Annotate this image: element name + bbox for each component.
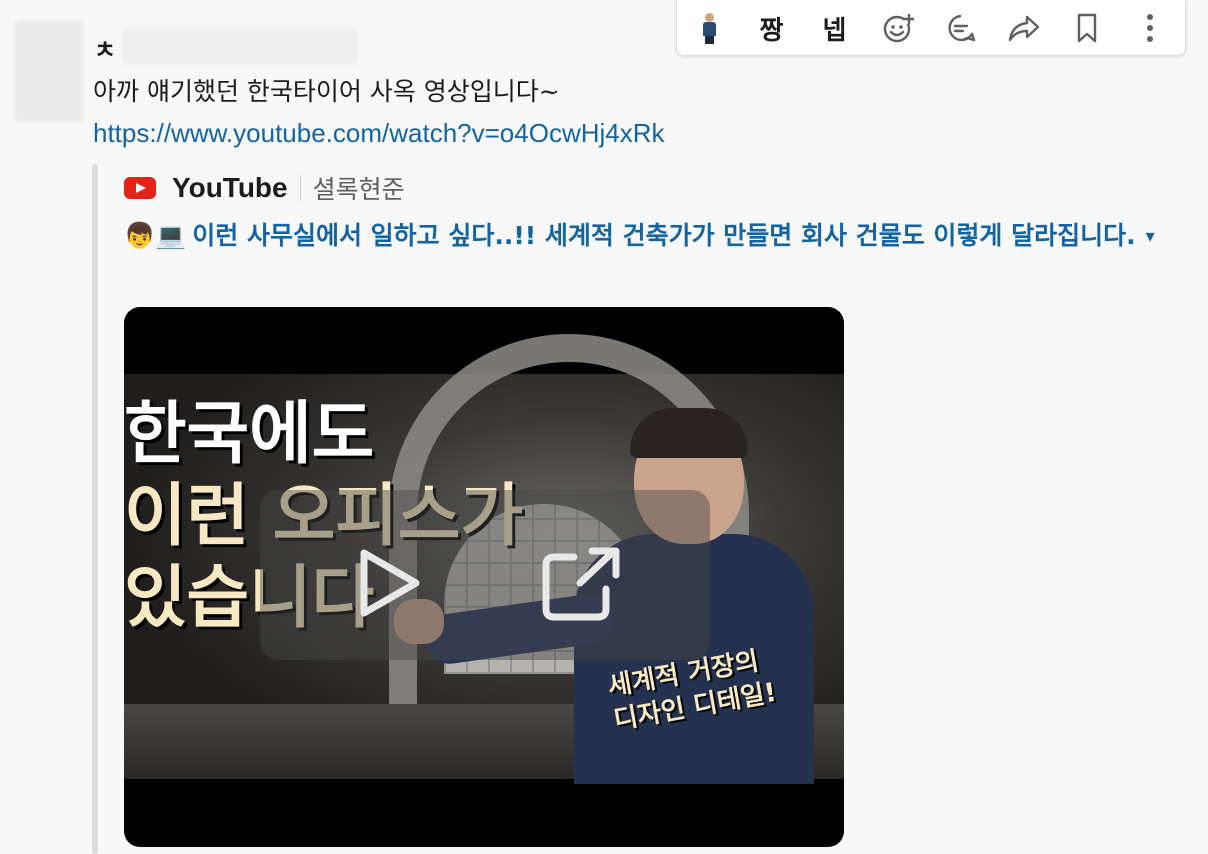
youtube-logo-icon	[124, 177, 156, 199]
play-icon[interactable]	[350, 545, 426, 621]
attachment-title: 👦💻 이런 사무실에서 일하고 싶다..!! 세계적 건축가가 만들면 회사 건물…	[124, 214, 1174, 259]
share-icon	[1008, 15, 1039, 42]
video-hover-overlay	[260, 490, 710, 660]
video-title-link[interactable]: 이런 사무실에서 일하고 싶다..!! 세계적 건축가가 만들면 회사 건물도 …	[192, 221, 1135, 250]
message-container: ㅊ 아까 얘기했던 한국타이어 사옥 영상입니다~ https://www.yo…	[0, 0, 1208, 854]
person-emoji-icon	[702, 13, 716, 44]
reaction-person[interactable]	[677, 3, 740, 53]
thumbnail-line-1: 한국에도	[124, 395, 375, 474]
reaction-jjang-label: 짱	[759, 15, 784, 46]
avatar[interactable]	[14, 20, 84, 122]
add-reaction-button[interactable]	[866, 3, 929, 53]
add-reaction-icon	[883, 14, 914, 43]
message-actions-toolbar: 짱 넵	[676, 0, 1186, 56]
bookmark-button[interactable]	[1055, 3, 1118, 53]
service-name: YouTube	[172, 172, 288, 203]
more-actions-button[interactable]	[1118, 3, 1181, 53]
reply-in-thread-icon	[947, 14, 975, 42]
message-text: 아까 얘기했던 한국타이어 사옥 영상입니다~	[93, 77, 560, 106]
more-actions-icon	[1146, 14, 1153, 42]
message-link[interactable]: https://www.youtube.com/watch?v=o4OcwHj4…	[93, 118, 665, 149]
open-external-icon[interactable]	[540, 543, 624, 623]
reaction-nep[interactable]: 넵	[803, 3, 866, 53]
video-author[interactable]: 셜록현준	[313, 170, 405, 206]
share-button[interactable]	[992, 3, 1055, 53]
sender-name-redacted	[122, 29, 359, 65]
sender-row: ㅊ	[94, 26, 359, 68]
video-player[interactable]: 한국에도 이런 오피스가 있습니다 세계적 거장의 디자인 디테일!	[124, 307, 844, 847]
reply-in-thread-button[interactable]	[929, 3, 992, 53]
reaction-nep-label: 넵	[822, 15, 847, 46]
bookmark-icon	[1077, 13, 1096, 43]
attachment-bar	[92, 164, 98, 854]
collapse-caret-icon[interactable]: ▾	[1146, 215, 1155, 259]
reaction-jjang[interactable]: 짱	[740, 3, 803, 53]
service-divider	[299, 175, 301, 201]
sender-name[interactable]: ㅊ	[94, 30, 116, 65]
title-emoji: 👦💻	[124, 221, 187, 250]
attachment-service: YouTube 셜록현준	[124, 168, 405, 208]
